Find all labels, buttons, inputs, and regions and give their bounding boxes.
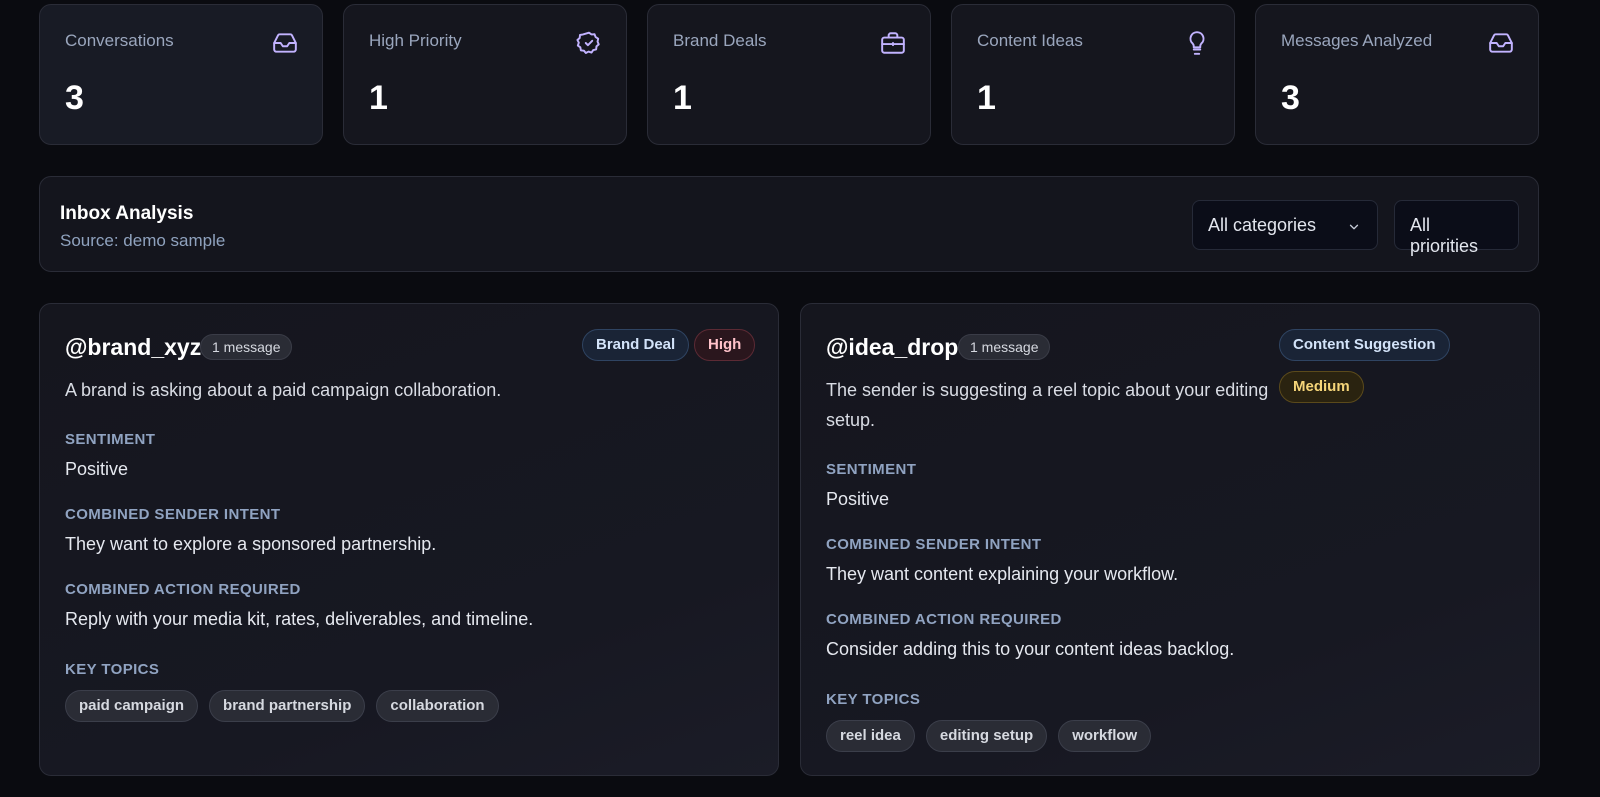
topic-chip[interactable]: reel idea [826, 720, 915, 752]
stat-card-brand-deals[interactable]: Brand Deals 1 [647, 4, 931, 145]
stat-value: 3 [65, 79, 84, 117]
topic-list: paid campaign brand partnership collabor… [65, 690, 499, 722]
intent-value: They want to explore a sponsored partner… [65, 534, 437, 554]
stat-card-content-ideas[interactable]: Content Ideas 1 [951, 4, 1235, 145]
stat-label: Messages Analyzed [1281, 31, 1433, 50]
inbox-icon [1488, 30, 1514, 56]
category-filter-value: All categories [1208, 215, 1317, 235]
message-count-badge: 1 message [200, 334, 293, 360]
stat-value: 3 [1281, 79, 1300, 117]
stats-row: Conversations 3 High Priority 1 Brand De… [39, 4, 1539, 145]
conversation-card[interactable]: @brand_xyz 1 message Brand Deal High A b… [39, 303, 779, 776]
badge-check-icon [576, 30, 602, 56]
topic-chip[interactable]: editing setup [925, 720, 1048, 752]
category-badge: Brand Deal [582, 329, 690, 361]
stat-card-high-priority[interactable]: High Priority 1 [343, 4, 627, 145]
stat-value: 1 [977, 79, 996, 117]
priority-badge: High [694, 329, 756, 361]
stat-label: Conversations [65, 31, 174, 50]
stat-label: Content Ideas [977, 31, 1083, 50]
category-filter-select[interactable]: All categories [1192, 200, 1378, 250]
sentiment-value: Positive [65, 459, 129, 479]
chevron-down-icon [1347, 218, 1361, 232]
action-value: Reply with your media kit, rates, delive… [65, 609, 534, 629]
sentiment-label: SENTIMENT [65, 431, 156, 448]
source-label: Source: demo sample [60, 231, 226, 250]
topic-chip[interactable]: workflow [1058, 720, 1152, 752]
intent-label: COMBINED SENDER INTENT [65, 506, 281, 523]
sentiment-label: SENTIMENT [826, 461, 917, 478]
action-value: Consider adding this to your content ide… [826, 639, 1235, 659]
priority-filter-select[interactable]: All priorities [1394, 200, 1519, 256]
priority-badge: Medium [1279, 371, 1364, 403]
section-title: Inbox Analysis [60, 203, 194, 224]
conversation-card[interactable]: @idea_drop 1 message Content Suggestion … [800, 303, 1540, 776]
lightbulb-icon [1184, 30, 1210, 56]
stat-value: 1 [369, 79, 388, 117]
message-count-badge: 1 message [958, 334, 1051, 360]
stat-label: High Priority [369, 31, 462, 50]
stat-card-messages-analyzed[interactable]: Messages Analyzed 3 [1255, 4, 1539, 145]
conversation-summary-line-2: setup. [826, 410, 876, 430]
inbox-analysis-header: Inbox Analysis Source: demo sample All c… [39, 176, 1539, 272]
dashboard-page: Conversations 3 High Priority 1 Brand De… [0, 0, 1600, 797]
topic-chip[interactable]: paid campaign [65, 690, 199, 722]
sender-handle: @brand_xyz [65, 334, 202, 360]
sentiment-value: Positive [826, 489, 890, 509]
priority-filter-value: All priorities [1410, 215, 1479, 256]
intent-value: They want content explaining your workfl… [826, 564, 1179, 584]
sender-handle: @idea_drop [826, 334, 959, 360]
briefcase-icon [880, 30, 906, 56]
topic-chip[interactable]: brand partnership [209, 690, 366, 722]
action-label: COMBINED ACTION REQUIRED [826, 611, 1062, 628]
stat-label: Brand Deals [673, 31, 767, 50]
conversation-summary-line-1: The sender is suggesting a reel topic ab… [826, 380, 1269, 400]
intent-label: COMBINED SENDER INTENT [826, 536, 1042, 553]
key-topics-label: KEY TOPICS [826, 691, 921, 708]
key-topics-label: KEY TOPICS [65, 661, 160, 678]
category-badge: Content Suggestion [1279, 329, 1450, 361]
conversation-summary: A brand is asking about a paid campaign … [65, 380, 502, 400]
action-label: COMBINED ACTION REQUIRED [65, 581, 301, 598]
stat-card-conversations[interactable]: Conversations 3 [39, 4, 323, 145]
topic-list: reel idea editing setup workflow [826, 720, 1152, 752]
topic-chip[interactable]: collaboration [376, 690, 499, 722]
stat-value: 1 [673, 79, 692, 117]
inbox-icon [272, 30, 298, 56]
